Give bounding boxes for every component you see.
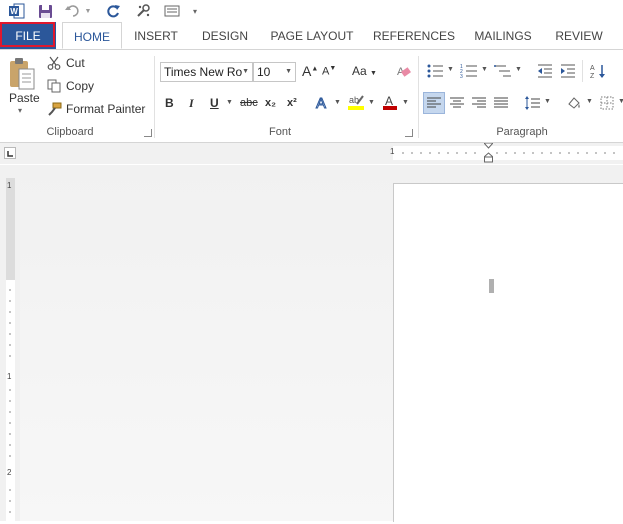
tab-insert[interactable]: INSERT xyxy=(128,22,184,49)
font-group-label: Font xyxy=(268,126,291,138)
line-spacing-icon[interactable] xyxy=(522,92,542,114)
font-launcher-icon[interactable] xyxy=(405,129,413,137)
text-effects-icon[interactable]: A xyxy=(314,92,332,112)
shrink-font-icon[interactable]: A▼ xyxy=(322,65,336,78)
horizontal-ruler[interactable] xyxy=(393,146,623,160)
font-size-combo[interactable]: 10 ▼ xyxy=(253,62,296,82)
increase-indent-icon[interactable] xyxy=(558,62,578,80)
text-cursor xyxy=(489,279,494,293)
bullets-dropdown-icon[interactable]: ▼ xyxy=(447,66,454,73)
format-painter-button[interactable]: Format Painter xyxy=(66,102,145,116)
font-color-dropdown-icon[interactable]: ▼ xyxy=(402,94,409,112)
tab-home[interactable]: HOME xyxy=(62,22,122,49)
vertical-ruler-margin xyxy=(6,178,15,280)
svg-text:Z: Z xyxy=(590,73,595,79)
font-color-icon[interactable]: A xyxy=(381,92,399,112)
format-painter-icon[interactable] xyxy=(46,101,62,117)
svg-text:A: A xyxy=(316,95,326,111)
clipboard-group-label: Clipboard xyxy=(46,126,94,138)
font-name-dropdown-icon[interactable]: ▼ xyxy=(242,63,249,81)
multilevel-list-icon[interactable] xyxy=(492,62,514,80)
text-effects-dropdown-icon[interactable]: ▼ xyxy=(334,94,341,112)
italic-button[interactable]: I xyxy=(189,94,194,112)
repeat-icon[interactable] xyxy=(104,2,122,20)
numbering-icon[interactable]: 123 xyxy=(458,62,480,80)
tab-design[interactable]: DESIGN xyxy=(194,22,256,49)
svg-text:A: A xyxy=(385,94,393,108)
svg-text:A: A xyxy=(590,65,595,72)
numbering-dropdown-icon[interactable]: ▼ xyxy=(481,66,488,73)
ruler-number: 2 xyxy=(7,468,12,477)
quick-access-toolbar: W ▼ ▾ xyxy=(0,0,623,22)
svg-text:3: 3 xyxy=(460,74,463,79)
indent-marker-icon[interactable] xyxy=(482,142,495,164)
sort-icon[interactable]: AZ xyxy=(588,62,608,80)
customize-icon[interactable] xyxy=(134,2,152,20)
undo-dropdown-icon[interactable]: ▼ xyxy=(83,2,93,20)
decrease-indent-icon[interactable] xyxy=(535,62,555,80)
align-right-icon[interactable] xyxy=(469,92,489,114)
highlight-dropdown-icon[interactable]: ▼ xyxy=(368,94,375,112)
ribbon-tabs: FILE HOME INSERT DESIGN PAGE LAYOUT REFE… xyxy=(0,22,623,50)
subscript-button[interactable]: x₂ xyxy=(265,94,276,112)
superscript-button[interactable]: x² xyxy=(287,94,297,112)
underline-dropdown-icon[interactable]: ▼ xyxy=(226,94,233,112)
bullets-icon[interactable] xyxy=(424,62,446,80)
change-case-icon[interactable]: Aa ▼ xyxy=(352,64,377,78)
shading-icon[interactable] xyxy=(564,92,584,114)
font-name-value: Times New Ro xyxy=(164,65,243,79)
font-size-value: 10 xyxy=(257,65,271,79)
tab-selector-icon[interactable] xyxy=(4,147,16,159)
undo-icon[interactable] xyxy=(64,2,82,20)
strikethrough-button[interactable]: abc xyxy=(240,94,258,112)
clear-formatting-icon[interactable]: A xyxy=(394,62,412,80)
highlight-icon[interactable]: ab xyxy=(346,92,366,112)
tab-references[interactable]: REFERENCES xyxy=(372,22,456,49)
tab-review[interactable]: REVIEW xyxy=(550,22,608,49)
copy-button[interactable]: Copy xyxy=(66,79,94,93)
cut-button[interactable]: Cut xyxy=(66,56,85,70)
font-name-combo[interactable]: Times New Ro ▼ xyxy=(160,62,253,82)
multilevel-dropdown-icon[interactable]: ▼ xyxy=(515,66,522,73)
save-icon[interactable] xyxy=(36,2,54,20)
bold-button[interactable]: B xyxy=(165,94,174,112)
clipboard-launcher-icon[interactable] xyxy=(144,129,152,137)
underline-button[interactable]: U xyxy=(210,94,219,112)
paste-button[interactable]: Paste xyxy=(9,91,40,105)
document-page[interactable] xyxy=(393,183,623,522)
ribbon: Paste ▾ Cut Copy Format Painter Clipboar… xyxy=(0,50,623,143)
vertical-ruler[interactable] xyxy=(6,280,15,521)
group-divider xyxy=(582,60,583,82)
borders-icon[interactable] xyxy=(597,92,617,114)
paragraph-group-label: Paragraph xyxy=(496,126,548,138)
ruler-number: 1 xyxy=(390,147,395,156)
grow-font-icon[interactable]: A▲ xyxy=(302,63,318,79)
qat-more-icon[interactable]: ▾ xyxy=(190,2,200,20)
tab-page-layout[interactable]: PAGE LAYOUT xyxy=(266,22,358,49)
ruler-number: 1 xyxy=(7,372,12,381)
paste-icon[interactable] xyxy=(6,56,38,92)
tab-file[interactable]: FILE xyxy=(0,22,56,49)
group-divider xyxy=(418,56,419,138)
cut-icon[interactable] xyxy=(46,55,62,71)
font-size-dropdown-icon[interactable]: ▼ xyxy=(285,63,292,81)
svg-text:W: W xyxy=(10,7,18,16)
copy-icon[interactable] xyxy=(46,78,62,94)
borders-dropdown-icon[interactable]: ▼ xyxy=(618,98,623,105)
line-spacing-dropdown-icon[interactable]: ▼ xyxy=(544,98,551,105)
tab-mailings[interactable]: MAILINGS xyxy=(468,22,538,49)
shading-dropdown-icon[interactable]: ▼ xyxy=(586,98,593,105)
word-logo-icon: W xyxy=(8,2,26,20)
justify-icon[interactable] xyxy=(491,92,511,114)
group-divider xyxy=(154,56,155,138)
align-left-icon[interactable] xyxy=(423,92,445,114)
paste-dropdown-icon[interactable]: ▾ xyxy=(18,106,22,115)
print-layout-icon[interactable] xyxy=(163,2,181,20)
ruler-number: 1 xyxy=(7,181,12,190)
align-center-icon[interactable] xyxy=(447,92,467,114)
